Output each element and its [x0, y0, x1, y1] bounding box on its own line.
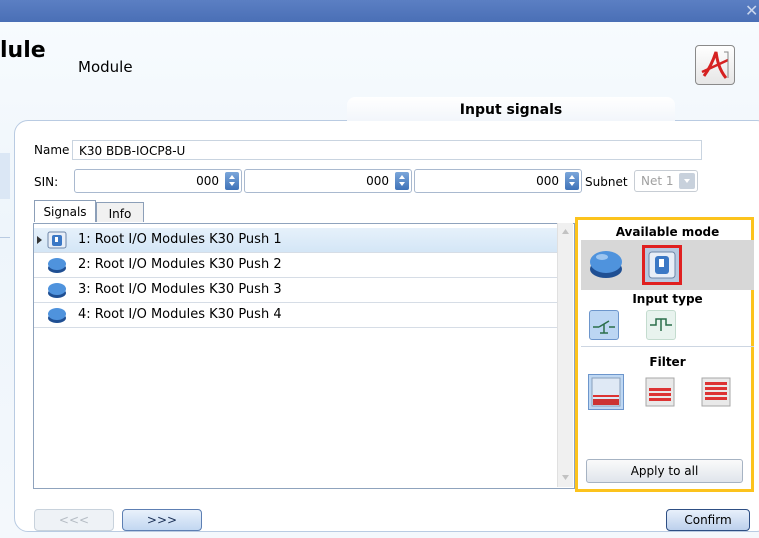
signals-list: 1: Root I/O Modules K30 Push 1 2: Root I… [33, 223, 575, 489]
list-item[interactable]: 1: Root I/O Modules K30 Push 1 [34, 228, 558, 253]
page-subtitle: Module [78, 58, 133, 76]
normally-closed-icon[interactable] [646, 310, 676, 340]
pushbutton-icon [48, 308, 66, 323]
signal-label: 3: Root I/O Modules K30 Push 3 [78, 282, 282, 297]
confirm-button[interactable]: Confirm [666, 509, 750, 531]
left-edge-divider [0, 237, 10, 238]
sin-value-3: 000 [536, 174, 559, 188]
switch-icon [47, 231, 67, 249]
switch-mode-icon [648, 251, 676, 279]
left-edge-decoration [0, 153, 10, 199]
tab-info[interactable]: Info [96, 202, 144, 222]
mode-panel: Available mode Input type Filter Apply t… [575, 217, 754, 492]
sin-field-2[interactable]: 000 [244, 169, 412, 193]
name-field[interactable]: K30 BDB-IOCP8-U [72, 140, 702, 160]
pushbutton-icon [48, 258, 66, 273]
spinner-icon[interactable] [395, 172, 409, 190]
list-item[interactable]: 4: Root I/O Modules K30 Push 4 [34, 303, 558, 328]
list-scrollbar[interactable] [557, 223, 573, 487]
window-titlebar [0, 0, 759, 22]
filter-low-icon[interactable] [588, 374, 624, 410]
divider [581, 346, 754, 347]
next-button[interactable]: >>> [122, 509, 202, 531]
sin-field-1[interactable]: 000 [74, 169, 242, 193]
sin-value-2: 000 [366, 174, 389, 188]
input-signals-tab[interactable]: Input signals [347, 97, 675, 121]
tab-signals[interactable]: Signals [34, 200, 96, 222]
signal-label: 4: Root I/O Modules K30 Push 4 [78, 307, 282, 322]
signal-label: 2: Root I/O Modules K30 Push 2 [78, 257, 282, 272]
pushbutton-icon [48, 283, 66, 298]
subnet-label: Subnet [585, 175, 628, 189]
scroll-down-icon[interactable] [562, 475, 569, 480]
subnet-value: Net 1 [641, 174, 674, 188]
row-pointer-icon [37, 236, 42, 244]
spinner-icon[interactable] [565, 172, 579, 190]
input-type-heading: Input type [632, 292, 703, 306]
previous-button[interactable]: <<< [34, 509, 114, 531]
filter-heading: Filter [649, 355, 686, 369]
apply-to-all-button[interactable]: Apply to all [586, 459, 743, 483]
page-title: lule [0, 38, 46, 63]
normally-open-icon[interactable] [589, 310, 619, 340]
selected-mode-highlight[interactable] [642, 245, 682, 285]
name-label: Name [34, 143, 70, 157]
filter-medium-icon[interactable] [644, 376, 676, 408]
list-item[interactable]: 2: Root I/O Modules K30 Push 2 [34, 253, 558, 278]
scroll-up-icon[interactable] [562, 229, 569, 234]
available-mode-heading: Available mode [615, 225, 720, 239]
sin-field-3[interactable]: 000 [414, 169, 582, 193]
pdf-document-icon[interactable] [695, 45, 735, 85]
close-icon[interactable]: ✕ [745, 2, 759, 20]
filter-high-icon[interactable] [700, 376, 732, 408]
sin-value-1: 000 [196, 174, 219, 188]
sin-label: SIN: [34, 175, 59, 189]
pushbutton-mode-icon[interactable] [588, 247, 624, 281]
subnet-select[interactable]: Net 1 [634, 170, 698, 192]
list-item[interactable]: 3: Root I/O Modules K30 Push 3 [34, 278, 558, 303]
chevron-down-icon[interactable] [679, 173, 695, 189]
signal-label: 1: Root I/O Modules K30 Push 1 [78, 232, 282, 247]
spinner-icon[interactable] [225, 172, 239, 190]
